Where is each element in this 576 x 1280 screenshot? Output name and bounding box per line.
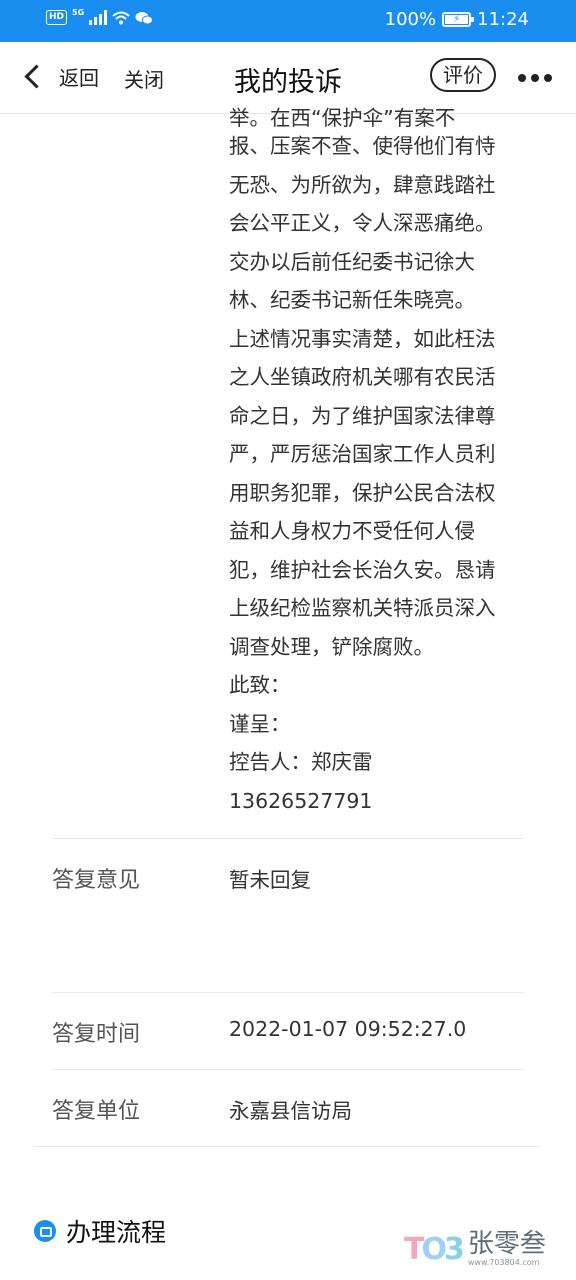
complaint-line: 谨呈：: [229, 711, 291, 736]
complaint-phone: 13626527791: [229, 788, 373, 813]
complaint-line: 益和人身权力不受任何人侵: [229, 519, 475, 543]
reply-opinion-value: 暂未回复: [229, 868, 311, 892]
watermark-url: www.703804.com: [467, 1258, 540, 1267]
battery-icon: ⚡: [442, 12, 475, 27]
reply-unit-label: 答复单位: [52, 1099, 141, 1124]
wifi-icon: [112, 11, 130, 24]
complaint-line: 无恐、为所欲为，肆意践踏社: [229, 172, 496, 197]
complaint-line: 交办以后前任纪委书记徐大: [229, 249, 475, 274]
complaint-cut-line: 举。在西“保护伞”有案不: [229, 106, 456, 130]
complaint-line: 之人坐镇政府机关哪有农民活: [229, 365, 496, 389]
complaint-line: 上级纪检监察机关特派员深入: [229, 596, 496, 620]
status-bar: HD 5G 100% ⚡ 11:24: [0, 0, 576, 42]
complaint-line: 严，严厉惩治国家工作人员利: [229, 442, 496, 466]
signal-icon: [89, 10, 108, 25]
reply-time-label: 答复时间: [52, 1022, 141, 1047]
complaint-line: 上述情况事实清楚，如此枉法: [229, 326, 496, 351]
clock: 11:24: [477, 9, 529, 30]
watermark-name: 张零叁: [467, 1229, 546, 1259]
reply-time-value: 2022-01-07 09:52:27.0: [229, 1017, 467, 1041]
chat-bubble-icon: [34, 1220, 56, 1242]
complaint-line: 用职务犯罪，保护公民合法权: [229, 480, 496, 505]
flow-title: 办理流程: [66, 1218, 167, 1247]
battery-percent: 100%: [384, 9, 437, 30]
network-type: 5G: [72, 8, 85, 17]
complaint-line: 调查处理，铲除腐败。: [229, 634, 434, 659]
reply-unit-value: 永嘉县信访局: [229, 1099, 352, 1123]
flow-section-header: 办理流程: [34, 1213, 166, 1249]
complaint-line: 会公平正义，令人深恶痛绝。: [229, 211, 496, 235]
complaint-text: 举。在西“保护伞”有案不 报、压案不查、使得他们有恃 无恐、为所欲为，肆意践踏社…: [229, 106, 529, 820]
complaint-line: 此致：: [229, 673, 291, 697]
watermark: TO3 张零叁 www.703804.com: [404, 1230, 546, 1268]
complaint-line: 命之日，为了维护国家法律尊: [229, 403, 496, 428]
complaint-line: 控告人：郑庆雷: [229, 750, 373, 774]
section-divider: [34, 1146, 540, 1147]
complaint-line: 林、纪委书记新任朱晓亮。: [229, 288, 475, 312]
watermark-logo: TO3: [404, 1231, 465, 1267]
divider: [52, 838, 524, 839]
complaint-line: 犯，维护社会长治久安。恳请: [229, 557, 496, 582]
wechat-icon: [135, 11, 154, 24]
reply-opinion-label: 答复意见: [52, 868, 141, 893]
more-icon[interactable]: [518, 74, 552, 82]
rate-button[interactable]: 评价: [430, 58, 496, 92]
divider: [52, 992, 524, 993]
hd-icon: HD: [46, 10, 68, 25]
divider: [52, 1069, 524, 1070]
